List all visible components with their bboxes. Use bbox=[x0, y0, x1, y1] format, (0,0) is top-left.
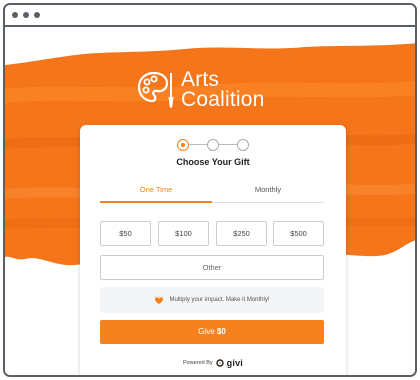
powered-by-label: Powered By bbox=[183, 360, 213, 366]
heart-sparkle-icon bbox=[155, 295, 164, 304]
powered-by: Powered By givi bbox=[80, 358, 346, 368]
window-minimize-dot[interactable] bbox=[23, 12, 29, 18]
other-amount-input[interactable]: Other bbox=[100, 255, 324, 280]
step-indicator bbox=[177, 139, 249, 151]
amount-button-100[interactable]: $100 bbox=[158, 221, 209, 246]
give-label: Give bbox=[198, 327, 217, 336]
step-connector bbox=[219, 144, 237, 145]
givi-logo-icon bbox=[215, 359, 224, 367]
browser-window: Arts Coalition Choose Your Gift One Time… bbox=[3, 3, 417, 377]
donation-form-card: Choose Your Gift One Time Monthly $50 $1… bbox=[80, 125, 346, 375]
give-button[interactable]: Give $0 bbox=[100, 320, 324, 344]
givi-brand: givi bbox=[226, 358, 243, 368]
logo-line-1: Arts bbox=[181, 68, 220, 91]
step-2-dot bbox=[207, 139, 219, 151]
tab-one-time[interactable]: One Time bbox=[100, 177, 212, 203]
arts-coalition-logo: Arts Coalition bbox=[137, 69, 265, 111]
title-bar bbox=[5, 5, 415, 27]
logo-text: Arts Coalition bbox=[181, 68, 265, 111]
palette-brush-icon bbox=[137, 71, 174, 108]
step-1-dot bbox=[177, 139, 189, 151]
logo-line-2: Coalition bbox=[181, 88, 265, 111]
window-close-dot[interactable] bbox=[12, 12, 18, 18]
give-amount: $0 bbox=[216, 327, 226, 336]
step-connector bbox=[189, 144, 207, 145]
step-3-dot bbox=[237, 139, 249, 151]
monthly-upsell-callout[interactable]: Multiply your impact. Make it Monthly! bbox=[100, 287, 324, 313]
tab-monthly[interactable]: Monthly bbox=[212, 177, 324, 203]
amount-button-250[interactable]: $250 bbox=[216, 221, 267, 246]
amount-button-500[interactable]: $500 bbox=[273, 221, 324, 246]
window-maximize-dot[interactable] bbox=[34, 12, 40, 18]
page-content: Arts Coalition Choose Your Gift One Time… bbox=[5, 29, 415, 375]
amount-button-50[interactable]: $50 bbox=[100, 221, 151, 246]
form-title: Choose Your Gift bbox=[176, 157, 250, 167]
callout-text: Multiply your impact. Make it Monthly! bbox=[169, 297, 270, 303]
frequency-tabs: One Time Monthly bbox=[100, 177, 324, 203]
